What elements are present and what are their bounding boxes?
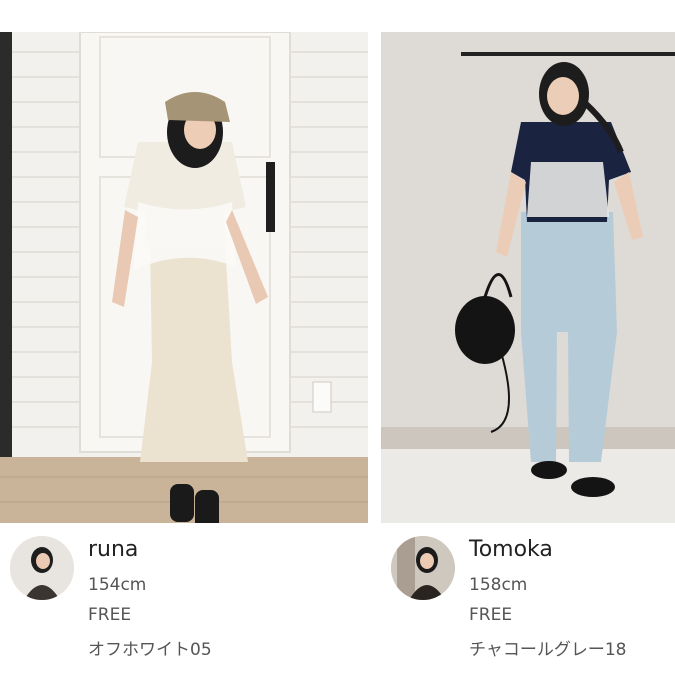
staff-avatar[interactable] bbox=[391, 536, 455, 600]
coordinate-photo[interactable] bbox=[0, 32, 368, 523]
coordinate-photo-image bbox=[381, 32, 675, 523]
staff-height: 158cm bbox=[469, 575, 528, 595]
staff-name[interactable]: runa bbox=[88, 537, 138, 562]
item-size: FREE bbox=[469, 605, 513, 625]
staff-card-runa[interactable]: runa 154cm FREE オフホワイト05 bbox=[0, 32, 368, 673]
item-color: チャコールグレー18 bbox=[469, 640, 627, 660]
staff-card-tomoka[interactable]: Tomoka 158cm FREE チャコールグレー18 bbox=[381, 32, 675, 673]
item-color: オフホワイト05 bbox=[88, 640, 212, 660]
coordinate-photo[interactable] bbox=[381, 32, 675, 523]
staff-height: 154cm bbox=[88, 575, 147, 595]
item-size: FREE bbox=[88, 605, 132, 625]
staff-info: runa 154cm FREE オフホワイト05 bbox=[0, 523, 368, 673]
staff-avatar[interactable] bbox=[10, 536, 74, 600]
staff-info: Tomoka 158cm FREE チャコールグレー18 bbox=[381, 523, 675, 673]
coordinate-photo-image bbox=[0, 32, 368, 523]
staff-name[interactable]: Tomoka bbox=[469, 537, 553, 562]
